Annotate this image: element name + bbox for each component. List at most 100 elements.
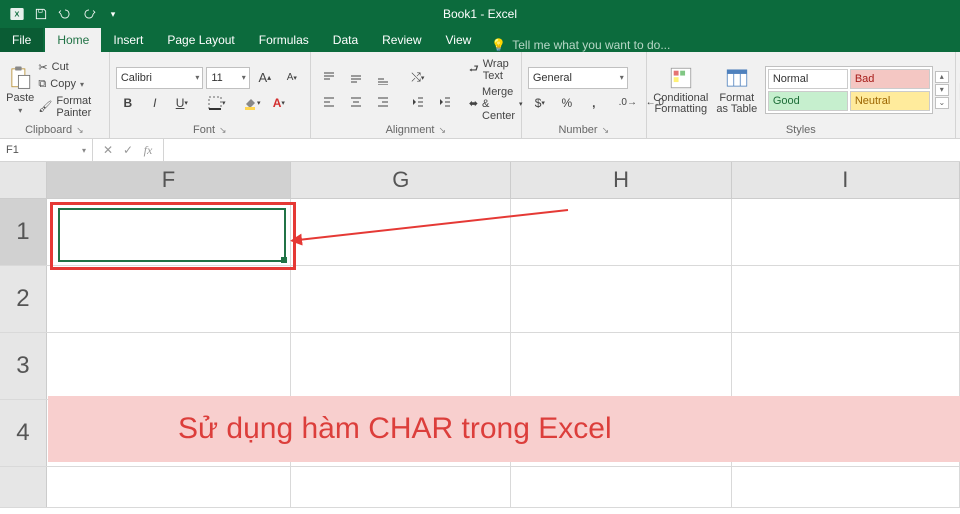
merge-center-button[interactable]: ⬌Merge & Center▾ (469, 86, 523, 122)
percent-format-button[interactable]: % (555, 93, 579, 113)
tab-home[interactable]: Home (45, 28, 101, 52)
chevron-down-icon: ▾ (620, 73, 624, 82)
decrease-font-button[interactable]: A▾ (280, 68, 304, 88)
column-header-h[interactable]: H (511, 162, 731, 198)
format-as-table-button[interactable]: Format as Table (713, 55, 761, 124)
underline-button[interactable]: U▾ (170, 93, 194, 113)
lightbulb-icon: 💡 (491, 38, 506, 52)
tab-formulas[interactable]: Formulas (247, 28, 321, 52)
undo-icon[interactable] (54, 3, 76, 25)
cell-styles-gallery[interactable]: Normal Bad Good Neutral (765, 66, 933, 114)
excel-icon: X (6, 3, 28, 25)
chevron-down-icon: ▾ (242, 73, 246, 82)
style-normal[interactable]: Normal (768, 69, 848, 89)
row-header-4[interactable]: 4 (0, 400, 47, 466)
font-size-select[interactable]: 11▾ (206, 67, 249, 89)
column-header-i[interactable]: I (732, 162, 960, 198)
cell-i1[interactable] (732, 199, 960, 265)
cell-f3[interactable] (47, 333, 291, 399)
paste-button[interactable]: Paste ▾ (6, 55, 34, 124)
increase-decimal-button[interactable]: .0→ (616, 93, 640, 113)
align-left-button[interactable] (317, 92, 341, 112)
select-all-corner[interactable] (0, 162, 47, 198)
cell-f2[interactable] (47, 266, 291, 332)
fill-color-button[interactable]: ▾ (240, 93, 264, 113)
name-box[interactable]: F1▾ (0, 139, 93, 161)
format-painter-button[interactable]: 🖌Format Painter (38, 95, 102, 119)
tab-view[interactable]: View (434, 28, 484, 52)
cell-h1[interactable] (511, 199, 731, 265)
cell-h3[interactable] (511, 333, 731, 399)
chevron-down-icon: ▾ (18, 106, 22, 115)
align-bottom-button[interactable] (371, 68, 395, 88)
column-header-f[interactable]: F (47, 162, 291, 198)
brush-icon: 🖌 (38, 100, 52, 113)
align-right-button[interactable] (371, 92, 395, 112)
qat-customize-icon[interactable]: ▾ (102, 3, 124, 25)
redo-icon[interactable] (78, 3, 100, 25)
font-name-select[interactable]: Calibri▾ (116, 67, 204, 89)
enter-formula-button[interactable]: ✓ (119, 143, 137, 157)
cell-g3[interactable] (291, 333, 511, 399)
row-header-1[interactable]: 1 (0, 199, 47, 265)
merge-icon: ⬌ (469, 97, 478, 110)
increase-indent-button[interactable] (433, 92, 457, 112)
bold-button[interactable]: B (116, 93, 140, 113)
copy-icon: ⧉ (38, 78, 46, 91)
row-header-5[interactable] (0, 467, 47, 507)
dialog-launcher-icon[interactable]: ↘ (439, 125, 447, 136)
app-title: Book1 - Excel (443, 7, 517, 21)
dialog-launcher-icon[interactable]: ↘ (219, 125, 227, 136)
save-icon[interactable] (30, 3, 52, 25)
dialog-launcher-icon[interactable]: ↘ (76, 125, 84, 136)
cell-h5[interactable] (511, 467, 731, 507)
dialog-launcher-icon[interactable]: ↘ (602, 125, 610, 136)
accounting-format-button[interactable]: $▾ (528, 93, 552, 113)
increase-font-button[interactable]: A▴ (253, 68, 277, 88)
cell-g2[interactable] (291, 266, 511, 332)
cell-f5[interactable] (47, 467, 291, 507)
chevron-down-icon: ▾ (82, 146, 86, 155)
row-header-3[interactable]: 3 (0, 333, 47, 399)
align-center-button[interactable] (344, 92, 368, 112)
row-header-2[interactable]: 2 (0, 266, 47, 332)
tab-page-layout[interactable]: Page Layout (155, 28, 246, 52)
cell-g5[interactable] (291, 467, 511, 507)
cell-i5[interactable] (732, 467, 960, 507)
orientation-button[interactable]: ⤭▾ (406, 68, 430, 88)
align-middle-button[interactable] (344, 68, 368, 88)
style-bad[interactable]: Bad (850, 69, 930, 89)
style-good[interactable]: Good (768, 91, 848, 111)
font-color-button[interactable]: A▾ (267, 93, 291, 113)
number-format-select[interactable]: General▾ (528, 67, 628, 89)
cell-h2[interactable] (511, 266, 731, 332)
tab-file[interactable]: File (0, 28, 43, 52)
styles-gallery-scroll[interactable]: ▴▾⌄ (935, 71, 949, 109)
chevron-down-icon: ▾ (195, 73, 199, 82)
column-header-g[interactable]: G (291, 162, 511, 198)
tab-review[interactable]: Review (370, 28, 433, 52)
comma-format-button[interactable]: , (582, 93, 606, 113)
border-button[interactable]: ▾ (205, 93, 229, 113)
decrease-indent-button[interactable] (406, 92, 430, 112)
cell-i3[interactable] (732, 333, 960, 399)
scissors-icon: ✂ (38, 61, 47, 74)
tab-insert[interactable]: Insert (101, 28, 155, 52)
italic-button[interactable]: I (143, 93, 167, 113)
tab-data[interactable]: Data (321, 28, 370, 52)
cut-button[interactable]: ✂Cut (38, 61, 102, 74)
wrap-text-button[interactable]: ⮐Wrap Text (469, 58, 523, 82)
copy-button[interactable]: ⧉Copy▾ (38, 78, 102, 91)
cell-g1[interactable] (291, 199, 511, 265)
formula-input[interactable] (164, 139, 960, 161)
align-top-button[interactable] (317, 68, 341, 88)
cell-i2[interactable] (732, 266, 960, 332)
conditional-formatting-button[interactable]: Conditional Formatting (653, 55, 709, 124)
tell-me-search[interactable]: 💡 Tell me what you want to do... (491, 38, 670, 52)
wrap-icon: ⮐ (469, 60, 479, 79)
selection-indicator (58, 208, 286, 262)
insert-function-button[interactable]: fx (139, 143, 157, 158)
style-neutral[interactable]: Neutral (850, 91, 930, 111)
cancel-formula-button[interactable]: ✕ (99, 143, 117, 157)
svg-text:X: X (15, 10, 20, 19)
